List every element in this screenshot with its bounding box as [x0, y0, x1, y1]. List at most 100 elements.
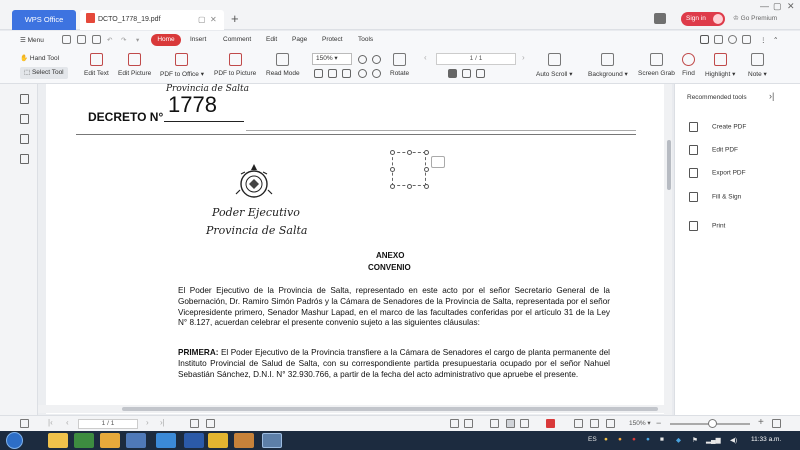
dropdown-icon[interactable]: ▾ — [136, 36, 139, 44]
tab-restore-icon[interactable]: ▢ — [198, 10, 206, 30]
resize-handle[interactable] — [407, 184, 412, 189]
network-icon[interactable]: ▂▄▆ — [706, 436, 721, 444]
collapse-ribbon-icon[interactable]: ⌃ — [773, 36, 778, 44]
tray-app-icon-2[interactable]: ● — [618, 436, 622, 443]
tab-page[interactable]: Page — [292, 36, 307, 43]
zoom-in-status-icon[interactable]: + — [758, 417, 764, 428]
resize-handle[interactable] — [390, 184, 395, 189]
status-zoom-value[interactable]: 150% ▾ — [629, 419, 651, 427]
attachments-icon[interactable] — [20, 154, 29, 164]
tab-close-icon[interactable]: ✕ — [210, 10, 217, 30]
thumbnails-icon[interactable] — [20, 114, 29, 124]
edge-taskbar-icon[interactable] — [156, 433, 176, 448]
minimize-icon[interactable]: — — [760, 1, 769, 11]
tray-app-icon-3[interactable]: ● — [632, 436, 636, 443]
vertical-scroll-thumb[interactable] — [667, 140, 671, 190]
export-icon[interactable] — [714, 35, 723, 44]
files-taskbar-icon[interactable] — [100, 433, 120, 448]
actual-size-status-icon[interactable] — [606, 419, 615, 428]
edit-text-button[interactable]: Edit Text — [84, 53, 109, 77]
highlight-button[interactable]: Highlight ▾ — [705, 53, 735, 78]
resize-handle[interactable] — [424, 150, 429, 155]
resize-handle[interactable] — [424, 167, 429, 172]
auto-scroll-button[interactable]: Auto Scroll ▾ — [536, 53, 573, 78]
flag-icon[interactable]: ⚑ — [692, 436, 698, 444]
word-taskbar-icon[interactable] — [184, 433, 204, 448]
prev-page-icon[interactable]: ‹ — [424, 53, 427, 62]
zoom-select[interactable]: 150% ▾ — [312, 53, 352, 65]
app-taskbar-icon[interactable] — [208, 433, 228, 448]
edit-pdf-item[interactable]: Edit PDF — [689, 145, 738, 155]
open-folder-icon[interactable] — [62, 35, 71, 44]
tab-protect[interactable]: Protect — [322, 36, 343, 43]
tab-home[interactable]: Home — [151, 34, 181, 46]
hand-tool-button[interactable]: ✋ Hand Tool — [20, 54, 59, 62]
bookmark-icon[interactable] — [20, 94, 29, 104]
sidebar-toggle-icon[interactable] — [20, 419, 29, 428]
rotate-left-icon[interactable] — [358, 69, 367, 78]
tab-document[interactable]: DCTO_1778_19.pdf ▢ ✕ — [80, 10, 224, 30]
fit-width-status-icon[interactable] — [574, 419, 583, 428]
continuous-icon[interactable] — [476, 69, 485, 78]
save-icon[interactable] — [77, 35, 86, 44]
horizontal-scroll-thumb[interactable] — [122, 407, 658, 411]
resize-handle[interactable] — [390, 167, 395, 172]
sign-in-button[interactable]: Sign in — [681, 12, 725, 26]
start-button-icon[interactable] — [6, 432, 23, 449]
fill-sign-item[interactable]: Fill & Sign — [689, 192, 741, 202]
edit-image-icon[interactable] — [431, 156, 445, 168]
zoom-slider-knob[interactable] — [708, 419, 717, 428]
rotate-right-icon[interactable] — [372, 69, 381, 78]
pdf-to-office-button[interactable]: PDF to Office ▾ — [160, 53, 204, 78]
night-mode-icon[interactable] — [464, 419, 473, 428]
tray-app-icon-6[interactable]: ◆ — [676, 436, 681, 444]
zoom-in-icon[interactable] — [372, 55, 381, 64]
read-mode-button[interactable]: Read Mode — [266, 53, 300, 77]
view-double-icon[interactable] — [520, 419, 529, 428]
explorer-taskbar-icon[interactable] — [48, 433, 68, 448]
fullscreen-icon[interactable] — [772, 419, 781, 428]
maximize-icon[interactable]: ▢ — [773, 1, 782, 12]
print-icon[interactable] — [92, 35, 101, 44]
tray-app-icon-5[interactable]: ■ — [660, 436, 664, 443]
annotations-icon[interactable] — [20, 134, 29, 144]
undo-icon[interactable]: ↶ — [107, 36, 112, 44]
print-item[interactable]: Print — [689, 221, 725, 231]
settings-icon[interactable] — [728, 35, 737, 44]
fit-page-status-icon[interactable] — [590, 419, 599, 428]
rotate-button[interactable]: Rotate — [390, 53, 409, 77]
wps-taskbar-icon[interactable] — [262, 433, 282, 448]
view-continuous-icon[interactable] — [506, 419, 515, 428]
tray-app-icon[interactable]: ● — [604, 436, 608, 443]
volume-icon[interactable]: ◀) — [730, 436, 737, 444]
chrome-taskbar-icon[interactable] — [74, 433, 94, 448]
next-page-icon[interactable]: › — [522, 53, 525, 62]
window-layout-icon[interactable] — [654, 13, 666, 24]
tab-tools[interactable]: Tools — [358, 36, 373, 43]
edit-picture-button[interactable]: Edit Picture — [118, 53, 151, 77]
zoom-out-status-icon[interactable]: − — [656, 418, 661, 428]
tray-app-icon-4[interactable]: ● — [646, 436, 650, 443]
tab-wps-office[interactable]: WPS Office — [12, 10, 76, 30]
note-button[interactable]: Note ▾ — [748, 53, 767, 78]
double-page-icon[interactable] — [462, 69, 471, 78]
export-pdf-item[interactable]: Export PDF — [689, 168, 746, 178]
single-page-icon[interactable] — [448, 69, 457, 78]
actual-size-icon[interactable] — [342, 69, 351, 78]
screen-grab-button[interactable]: Screen Grab — [638, 53, 675, 77]
prev-page-status-icon[interactable]: ‹ — [66, 418, 69, 427]
resize-handle[interactable] — [390, 150, 395, 155]
menu-button[interactable]: ☰ Menu — [20, 36, 44, 44]
resize-handle[interactable] — [424, 184, 429, 189]
resize-handle[interactable] — [407, 150, 412, 155]
pdf-to-picture-button[interactable]: PDF to Picture — [214, 53, 256, 77]
create-pdf-item[interactable]: Create PDF — [689, 122, 746, 132]
page-number-input[interactable]: 1 / 1 — [436, 53, 516, 65]
cloud-icon[interactable] — [742, 35, 751, 44]
add-page-icon[interactable] — [190, 419, 199, 428]
tool-taskbar-icon[interactable] — [234, 433, 254, 448]
clock[interactable]: 11:33 a.m. — [751, 436, 781, 443]
tab-insert[interactable]: Insert — [190, 36, 206, 43]
last-page-icon[interactable]: ›| — [160, 418, 165, 427]
status-page-input[interactable]: 1 / 1 — [78, 419, 138, 429]
